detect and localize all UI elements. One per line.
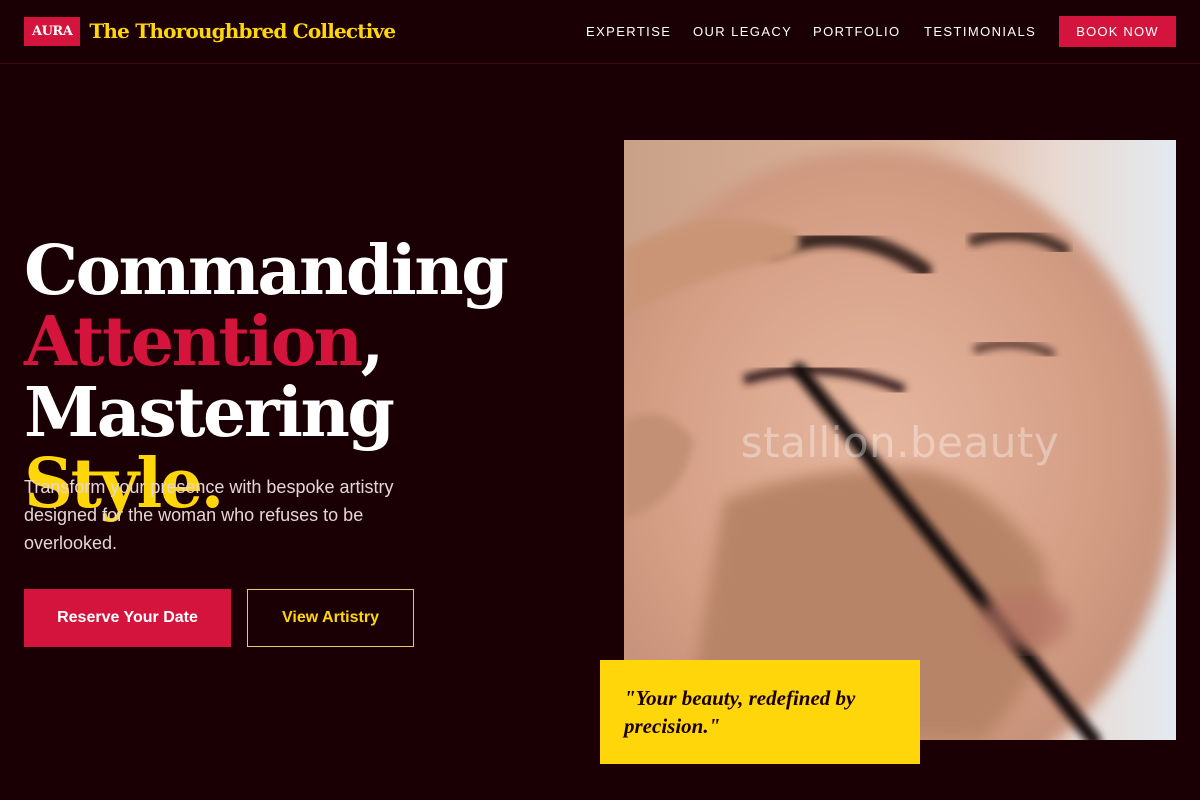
- headline-comma: ,: [360, 302, 385, 382]
- nav-link-portfolio[interactable]: PORTFOLIO: [813, 24, 900, 39]
- quote-card: "Your beauty, redefined by precision.": [600, 660, 920, 764]
- brand-logo[interactable]: AURA The Thoroughbred Collective: [24, 17, 396, 46]
- brand-name: The Thoroughbred Collective: [89, 19, 396, 43]
- view-artistry-button[interactable]: View Artistry: [247, 589, 414, 647]
- quote-text: "Your beauty, redefined by precision.": [624, 686, 856, 738]
- headline-line-3: Mastering: [24, 373, 395, 453]
- headline-line-1: Commanding: [24, 231, 509, 311]
- nav-link-our-legacy[interactable]: OUR LEGACY: [693, 24, 792, 39]
- brand-badge: AURA: [24, 17, 81, 46]
- book-now-button[interactable]: BOOK NOW: [1059, 16, 1176, 47]
- image-watermark: stallion.beauty: [740, 418, 1060, 467]
- nav-link-testimonials[interactable]: TESTIMONIALS: [924, 24, 1036, 39]
- nav-link-expertise[interactable]: EXPERTISE: [586, 24, 671, 39]
- hero-makeup-photo: stallion.beauty: [624, 140, 1176, 740]
- site-header: AURA The Thoroughbred Collective EXPERTI…: [0, 0, 1200, 64]
- reserve-date-button[interactable]: Reserve Your Date: [24, 589, 231, 647]
- headline-accent-attention: Attention: [24, 302, 363, 382]
- hero-subtext: Transform your presence with bespoke art…: [24, 477, 394, 553]
